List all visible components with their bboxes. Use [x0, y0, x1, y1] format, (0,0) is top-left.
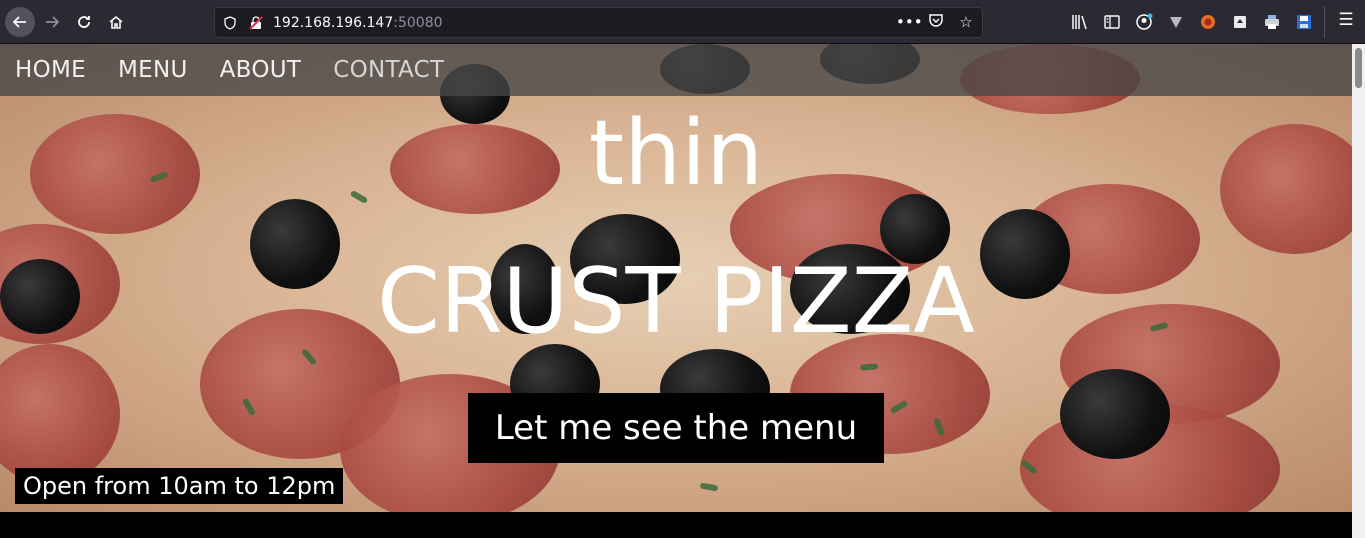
reload-icon[interactable]	[69, 7, 99, 37]
extension-print-icon[interactable]	[1260, 10, 1284, 34]
sidebar-icon[interactable]	[1100, 10, 1124, 34]
extension-fox-icon[interactable]	[1196, 10, 1220, 34]
back-icon[interactable]	[5, 7, 35, 37]
shield-icon[interactable]	[223, 15, 237, 30]
scrollbar-thumb[interactable]	[1355, 48, 1362, 88]
url-bar[interactable]: 192.168.196.147:50080 ••• ☆	[214, 7, 983, 38]
insecure-lock-icon[interactable]	[249, 15, 263, 30]
nav-home-link[interactable]: HOME	[15, 57, 86, 83]
hamburger-menu-icon[interactable]: ☰	[1334, 10, 1358, 34]
library-icon[interactable]	[1068, 10, 1092, 34]
browser-toolbar: 192.168.196.147:50080 ••• ☆ ☰	[0, 0, 1365, 44]
nav-contact-link[interactable]: CONTACT	[333, 57, 444, 83]
hero-headline-crust-pizza: CRUST PIZZA	[377, 249, 975, 354]
hero-headline-thin: thin	[588, 101, 764, 206]
extension-save-icon[interactable]	[1292, 10, 1316, 34]
url-host: 192.168.196.147	[273, 14, 394, 31]
pocket-icon[interactable]	[926, 12, 946, 32]
nav-about-link[interactable]: ABOUT	[220, 57, 302, 83]
account-icon[interactable]	[1132, 10, 1156, 34]
toolbar-separator	[1324, 6, 1325, 38]
extension-container-icon[interactable]	[1228, 10, 1252, 34]
nav-menu-link[interactable]: MENU	[118, 57, 188, 83]
see-menu-button[interactable]: Let me see the menu	[468, 393, 884, 463]
page-scrollbar[interactable]	[1352, 44, 1365, 538]
site-navigation: HOME MENU ABOUT CONTACT	[0, 44, 1352, 96]
more-icon[interactable]: •••	[896, 13, 923, 31]
extension-v-icon[interactable]	[1164, 10, 1188, 34]
url-port: :50080	[393, 14, 443, 31]
forward-icon[interactable]	[37, 7, 67, 37]
bookmark-star-icon[interactable]: ☆	[956, 13, 976, 31]
page-viewport: HOME MENU ABOUT CONTACT thin CRUST PIZZA…	[0, 44, 1352, 538]
url-text[interactable]: 192.168.196.147:50080	[273, 15, 443, 31]
home-icon[interactable]	[101, 7, 131, 37]
opening-hours-label: Open from 10am to 12pm	[15, 468, 344, 504]
